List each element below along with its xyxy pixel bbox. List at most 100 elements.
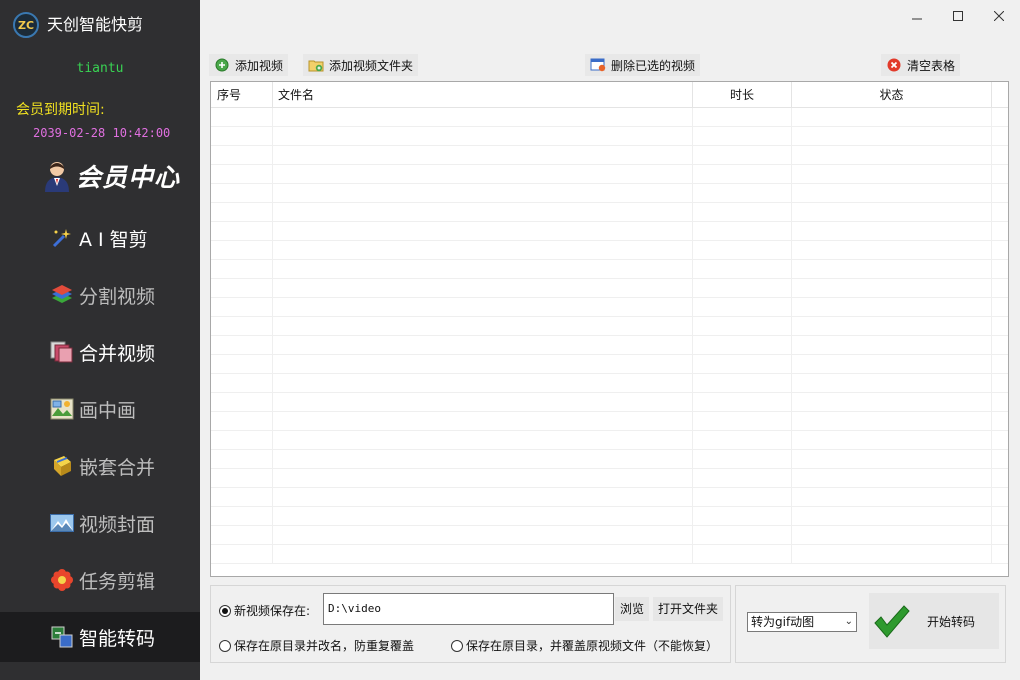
merge-frames-icon bbox=[50, 340, 74, 364]
table-cell bbox=[273, 374, 693, 392]
column-header-index[interactable]: 序号 bbox=[211, 82, 273, 108]
open-folder-button[interactable]: 打开文件夹 bbox=[653, 597, 724, 621]
table-cell bbox=[792, 127, 992, 145]
start-transcode-label: 开始转码 bbox=[927, 614, 976, 629]
add-video-button[interactable]: 添加视频 bbox=[209, 54, 289, 76]
table-row bbox=[211, 241, 1008, 260]
table-cell bbox=[693, 241, 792, 259]
table-cell bbox=[693, 374, 792, 392]
sidebar-item-picture-in-picture[interactable]: 画中画 bbox=[0, 384, 200, 434]
table-cell bbox=[273, 507, 693, 525]
table-cell bbox=[792, 241, 992, 259]
chevron-down-icon: ⌄ bbox=[844, 616, 853, 627]
browse-button[interactable]: 浏览 bbox=[615, 597, 650, 621]
table-cell bbox=[693, 279, 792, 297]
table-cell bbox=[693, 222, 792, 240]
table-cell bbox=[211, 450, 273, 468]
start-transcode-button[interactable]: 开始转码 bbox=[869, 593, 999, 649]
vip-center-button[interactable]: 会员中心 bbox=[42, 158, 180, 194]
save-new-radio[interactable]: 新视频保存在: bbox=[219, 602, 310, 619]
table-cell bbox=[211, 146, 273, 164]
save-overwrite-radio[interactable]: 保存在原目录，并覆盖原视频文件（不能恢复） bbox=[451, 637, 718, 654]
table-cell bbox=[211, 374, 273, 392]
table-cell bbox=[792, 184, 992, 202]
flower-icon bbox=[50, 568, 74, 592]
save-path-input[interactable]: D:\video bbox=[323, 593, 614, 625]
table-cell bbox=[792, 507, 992, 525]
table-cell bbox=[792, 355, 992, 373]
table-cell bbox=[693, 146, 792, 164]
table-cell bbox=[211, 241, 273, 259]
table-cell bbox=[211, 165, 273, 183]
table-cell bbox=[273, 488, 693, 506]
table-row bbox=[211, 127, 1008, 146]
table-cell bbox=[211, 279, 273, 297]
radio-selected-icon bbox=[219, 604, 231, 617]
table-row bbox=[211, 260, 1008, 279]
table-cell bbox=[693, 317, 792, 335]
table-cell bbox=[211, 412, 273, 430]
table-cell bbox=[211, 336, 273, 354]
table-row bbox=[211, 355, 1008, 374]
table-cell bbox=[273, 393, 693, 411]
username: tiantu bbox=[76, 61, 124, 76]
table-cell bbox=[273, 336, 693, 354]
table-cell bbox=[273, 317, 693, 335]
table-cell bbox=[792, 393, 992, 411]
delete-selected-button[interactable]: 删除已选的视频 bbox=[585, 54, 701, 76]
column-header-duration[interactable]: 时长 bbox=[693, 82, 792, 108]
table-row bbox=[211, 222, 1008, 241]
sidebar-item-split-video[interactable]: 分割视频 bbox=[0, 270, 200, 320]
column-header-filename[interactable]: 文件名 bbox=[273, 82, 693, 108]
minimize-icon bbox=[912, 18, 922, 20]
table-cell bbox=[211, 317, 273, 335]
table-row bbox=[211, 412, 1008, 431]
sidebar-item-task-edit[interactable]: 任务剪辑 bbox=[0, 555, 200, 605]
table-cell bbox=[693, 469, 792, 487]
table-cell bbox=[273, 412, 693, 430]
table-cell bbox=[693, 412, 792, 430]
table-cell bbox=[211, 108, 273, 126]
sidebar-item-ai-edit[interactable]: A I 智剪 bbox=[0, 213, 200, 263]
transcode-icon bbox=[50, 625, 74, 649]
table-row bbox=[211, 469, 1008, 488]
save-rename-label: 保存在原目录并改名，防重复覆盖 bbox=[234, 639, 415, 653]
table-cell bbox=[792, 165, 992, 183]
table-cell bbox=[273, 203, 693, 221]
add-folder-button[interactable]: 添加视频文件夹 bbox=[303, 54, 419, 76]
table-cell bbox=[273, 146, 693, 164]
table-cell bbox=[693, 203, 792, 221]
delete-window-icon bbox=[590, 57, 606, 73]
table-cell bbox=[693, 336, 792, 354]
minimize-button[interactable] bbox=[906, 6, 928, 26]
sidebar: ZC 天创智能快剪 tiantu 会员到期时间: 2039-02-28 10:4… bbox=[0, 0, 200, 680]
table-cell bbox=[792, 469, 992, 487]
save-rename-radio[interactable]: 保存在原目录并改名，防重复覆盖 bbox=[219, 637, 414, 654]
table-cell bbox=[693, 507, 792, 525]
sidebar-item-video-cover[interactable]: 视频封面 bbox=[0, 498, 200, 548]
table-cell bbox=[273, 431, 693, 449]
table-cell bbox=[211, 260, 273, 278]
landscape-image-icon bbox=[50, 511, 74, 535]
table-cell bbox=[211, 507, 273, 525]
expiry-value: 2039-02-28 10:42:00 bbox=[33, 126, 171, 140]
maximize-button[interactable] bbox=[947, 6, 969, 26]
table-cell bbox=[792, 488, 992, 506]
table-cell bbox=[693, 488, 792, 506]
sidebar-item-merge-video[interactable]: 合并视频 bbox=[0, 327, 200, 377]
table-cell bbox=[792, 431, 992, 449]
sidebar-item-smart-transcode[interactable]: 智能转码 bbox=[0, 612, 200, 662]
sidebar-item-label: 智能转码 bbox=[79, 627, 156, 650]
format-select[interactable]: 转为gif动图 ⌄ bbox=[747, 612, 857, 632]
stack-layers-icon bbox=[50, 283, 74, 307]
table-cell bbox=[211, 355, 273, 373]
sidebar-item-nested-merge[interactable]: 嵌套合并 bbox=[0, 441, 200, 491]
app-title: 天创智能快剪 bbox=[47, 15, 144, 34]
clear-table-button[interactable]: 清空表格 bbox=[881, 54, 961, 76]
maximize-icon bbox=[953, 11, 963, 21]
column-header-status[interactable]: 状态 bbox=[792, 82, 992, 108]
table-cell bbox=[273, 222, 693, 240]
close-button[interactable] bbox=[988, 6, 1010, 26]
video-table[interactable]: 序号 文件名 时长 状态 bbox=[210, 81, 1009, 577]
table-cell bbox=[792, 222, 992, 240]
